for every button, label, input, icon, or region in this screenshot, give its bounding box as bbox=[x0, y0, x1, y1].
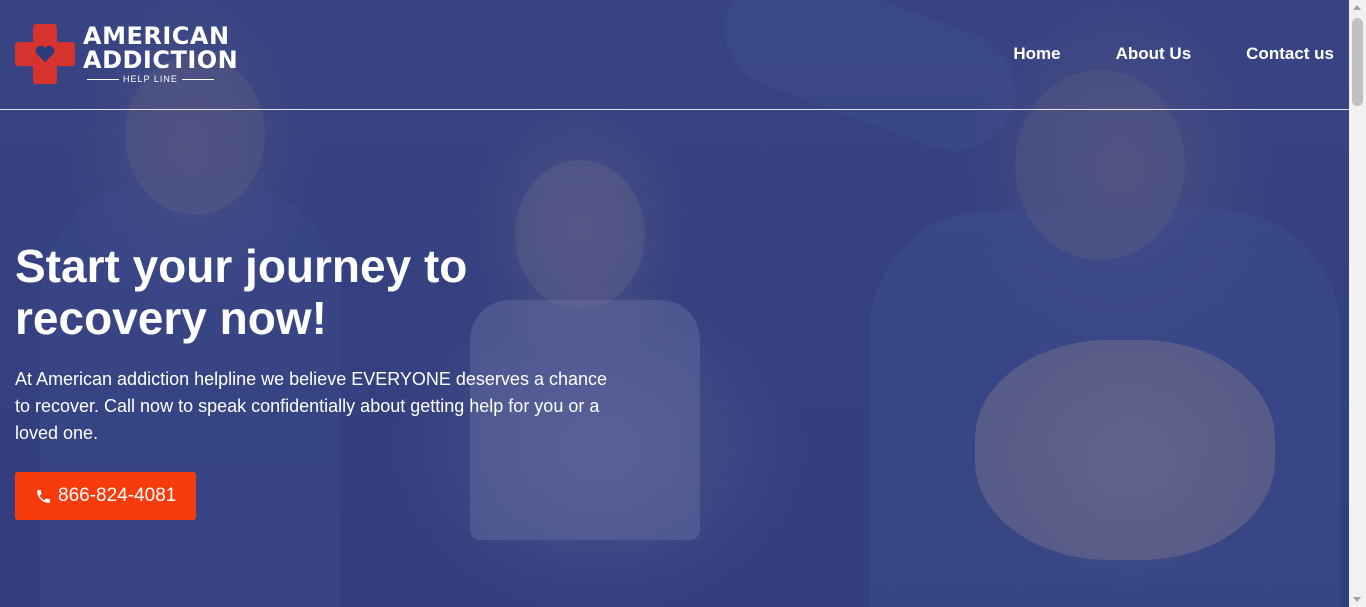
red-cross-heart-icon bbox=[15, 24, 75, 84]
scrollbar-thumb[interactable] bbox=[1352, 18, 1363, 106]
page-scrollbar[interactable] bbox=[1349, 0, 1366, 607]
main-nav: Home About Us Contact us bbox=[1013, 44, 1334, 64]
brand-subtitle: HELP LINE bbox=[83, 75, 238, 84]
hero-subtext: At American addiction helpline we believ… bbox=[15, 369, 607, 443]
scroll-down-arrow-icon[interactable] bbox=[1353, 597, 1361, 602]
call-phone-number: 866-824-4081 bbox=[58, 485, 177, 506]
hero-section: AMERICAN ADDICTION HELP LINE Home About … bbox=[0, 0, 1349, 607]
brand-wordmark: AMERICAN ADDICTION HELP LINE bbox=[83, 24, 238, 84]
call-phone-button[interactable]: 866-824-4081 bbox=[15, 472, 197, 520]
hero-headline: Start your journey to recovery now! bbox=[15, 240, 468, 344]
brand-line-2: ADDICTION bbox=[83, 46, 239, 74]
site-header: AMERICAN ADDICTION HELP LINE Home About … bbox=[0, 0, 1349, 110]
brand-subtitle-text: HELP LINE bbox=[123, 74, 178, 84]
brand-line-1: AMERICAN bbox=[83, 22, 230, 50]
scroll-up-arrow-icon[interactable] bbox=[1353, 5, 1361, 10]
brand-logo[interactable]: AMERICAN ADDICTION HELP LINE bbox=[15, 24, 238, 84]
nav-home[interactable]: Home bbox=[1013, 44, 1060, 64]
hero-content: Start your journey to recovery now! At A… bbox=[15, 240, 635, 520]
nav-contact-us[interactable]: Contact us bbox=[1246, 44, 1334, 64]
nav-about-us[interactable]: About Us bbox=[1116, 44, 1192, 64]
phone-icon bbox=[37, 489, 50, 503]
